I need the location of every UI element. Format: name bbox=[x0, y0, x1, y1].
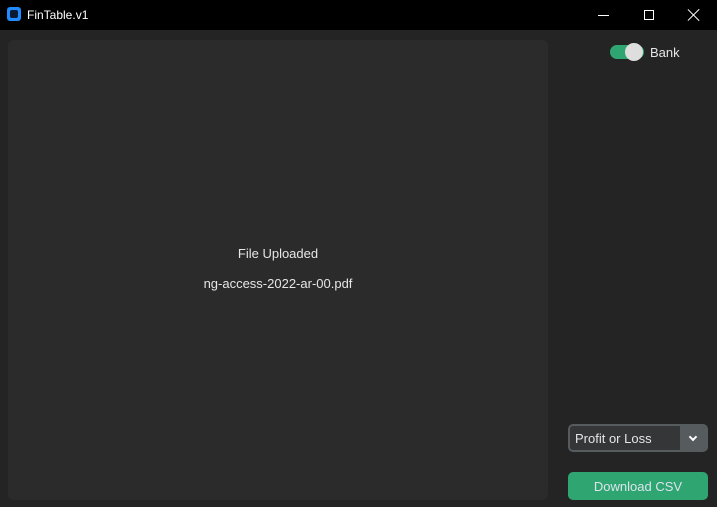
bank-toggle-label: Bank bbox=[650, 44, 680, 60]
toggle-knob[interactable] bbox=[625, 43, 643, 61]
report-type-dropdown[interactable]: Profit or Loss bbox=[568, 424, 708, 452]
maximize-button[interactable] bbox=[626, 0, 672, 30]
dropdown-arrow-button[interactable] bbox=[680, 426, 706, 450]
close-button[interactable] bbox=[671, 0, 717, 30]
upload-status-text: File Uploaded bbox=[237, 246, 319, 261]
toggle-track[interactable] bbox=[610, 43, 644, 61]
dropdown-selected-value: Profit or Loss bbox=[575, 431, 652, 446]
chevron-down-icon bbox=[688, 432, 698, 441]
download-csv-button[interactable]: Download CSV bbox=[568, 472, 708, 500]
file-drop-panel[interactable]: File Uploaded ng-access-2022-ar-00.pdf bbox=[8, 40, 548, 500]
app-icon bbox=[7, 7, 21, 21]
uploaded-file-name: ng-access-2022-ar-00.pdf bbox=[203, 276, 353, 291]
minimize-icon bbox=[597, 14, 609, 16]
maximize-icon bbox=[644, 10, 654, 20]
bank-toggle[interactable]: Bank bbox=[610, 41, 680, 63]
title-bar: FinTable.v1 bbox=[0, 0, 717, 30]
window-title: FinTable.v1 bbox=[27, 8, 89, 22]
minimize-button[interactable] bbox=[580, 0, 626, 30]
close-icon bbox=[688, 9, 700, 21]
